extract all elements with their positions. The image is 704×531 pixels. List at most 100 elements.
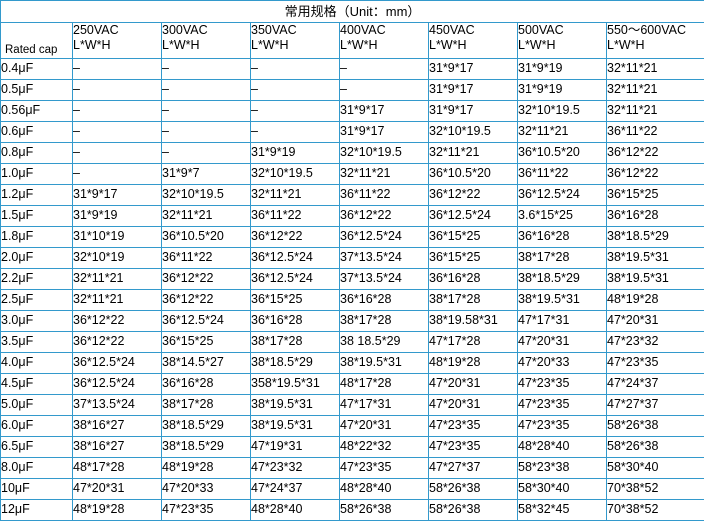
dimension-cell: 47*27*37 (428, 457, 518, 479)
capacitance-value: 1.2μF (0, 184, 73, 206)
capacitance-value: 3.0μF (0, 310, 73, 332)
capacitance-value: 6.5μF (0, 436, 73, 458)
dimension-cell: 36*12.5*24 (250, 268, 340, 290)
dimension-cell: 36*16*28 (605, 205, 704, 227)
dimension-cell: 32*11*21 (161, 205, 251, 227)
column-header-4: 450VAC L*W*H (428, 22, 518, 59)
capacitance-value: 2.2μF (0, 268, 73, 290)
dimension-cell: – (161, 79, 251, 101)
dimension-cell: 36*15*25 (605, 184, 704, 206)
dimension-cell: 36*12.5*24 (517, 184, 607, 206)
dimension-cell: 32*11*21 (605, 100, 704, 122)
dimension-cell: 38*18.5*29 (605, 226, 704, 248)
dimension-cell: 58*32*45 (517, 499, 607, 521)
column-voltage-5: 500VAC (518, 23, 564, 37)
dimension-cell: – (250, 100, 340, 122)
dimension-cell: 38*17*28 (250, 331, 340, 353)
dimension-cell: 37*13.5*24 (339, 268, 429, 290)
dimension-cell: 47*23*35 (428, 436, 518, 458)
dimension-cell: 36*12*22 (72, 310, 162, 332)
column-voltage-0: 250VAC (73, 23, 119, 37)
dimension-cell: 47*23*35 (517, 415, 607, 437)
dimension-cell: 38*17*28 (428, 289, 518, 311)
dimension-cell: 58*30*40 (605, 457, 704, 479)
dimension-cell: 47*20*31 (517, 331, 607, 353)
specification-table: 常用规格（Unit：mm） Rated cap 250VAC L*W*H 300… (0, 0, 704, 521)
dimension-cell: 36*15*25 (428, 247, 518, 269)
table-row: 2.2μF 32*11*21 36*12*22 36*12.5*24 37*13.5*2… (0, 268, 704, 290)
table-row: 8.0μF 48*17*28 48*19*28 47*23*32 47*23*35 47*… (0, 457, 704, 479)
dimension-cell: 37*13.5*24 (72, 394, 162, 416)
table-row: 0.56μF – – –31*9*17 31*9*17 32*10*19.5 32*11*2… (0, 100, 704, 122)
dimension-cell: 36*11*22 (161, 247, 251, 269)
dimension-cell: 32*10*19.5 (517, 100, 607, 122)
capacitance-value: 12μF (0, 499, 73, 521)
table-row: 6.0μF 38*16*27 38*18.5*29 38*19.5*31 47*20*3… (0, 415, 704, 437)
capacitance-value: 1.8μF (0, 226, 73, 248)
dimension-cell: 31*9*7 (161, 163, 251, 185)
rated-cap-header: Rated cap (0, 22, 73, 59)
dimension-cell: 36*11*22 (250, 205, 340, 227)
dimension-cell: 38*19.5*31 (250, 394, 340, 416)
dimension-cell: 36*11*22 (605, 121, 704, 143)
dimension-cell: 36*10.5*20 (428, 163, 518, 185)
dimension-cell: 38*18.5*29 (161, 415, 251, 437)
dimension-cell: 47*24*37 (605, 373, 704, 395)
dimension-cell: – (250, 58, 340, 80)
dimension-cell: 36*12*22 (428, 184, 518, 206)
dimension-cell: 36*16*28 (339, 289, 429, 311)
table-row: 4.0μF 36*12.5*24 38*14.5*27 38*18.5*29 38*19… (0, 352, 704, 374)
dimension-cell: 47*17*31 (339, 394, 429, 416)
dimension-cell: 47*20*33 (517, 352, 607, 374)
dimension-cell: 32*10*19.5 (339, 142, 429, 164)
dimension-cell: 47*17*28 (428, 331, 518, 353)
capacitance-value: 0.6μF (0, 121, 73, 143)
column-dims-1: L*W*H (162, 38, 200, 52)
dimension-cell: 38*17*28 (517, 247, 607, 269)
column-voltage-4: 450VAC (429, 23, 475, 37)
dimension-cell: 38*19.5*31 (339, 352, 429, 374)
dimension-cell: 36*12.5*24 (339, 226, 429, 248)
dimension-cell: 38 18.5*29 (339, 331, 429, 353)
dimension-cell: 38*19.5*31 (605, 268, 704, 290)
dimension-cell: 31*9*19 (517, 79, 607, 101)
dimension-cell: 47*23*32 (605, 331, 704, 353)
column-voltage-3: 400VAC (340, 23, 386, 37)
capacitance-value: 0.56μF (0, 100, 73, 122)
dimension-cell: 47*23*35 (517, 394, 607, 416)
dimension-cell: 32*10*19.5 (161, 184, 251, 206)
dimension-cell: 48*19*28 (428, 352, 518, 374)
dimension-cell: 58*26*38 (339, 499, 429, 521)
capacitance-value: 3.5μF (0, 331, 73, 353)
dimension-cell: 32*11*21 (605, 58, 704, 80)
dimension-cell: 58*26*38 (605, 415, 704, 437)
column-voltage-2: 350VAC (251, 23, 297, 37)
dimension-cell: 31*9*17 (339, 121, 429, 143)
dimension-cell: 38*19.5*31 (517, 289, 607, 311)
dimension-cell: 31*9*17 (428, 79, 518, 101)
dimension-cell: 36*16*28 (428, 268, 518, 290)
capacitance-value: 0.8μF (0, 142, 73, 164)
dimension-cell: 36*15*25 (250, 289, 340, 311)
rated-cap-label: Rated cap (5, 44, 58, 56)
dimension-cell: 36*11*22 (339, 184, 429, 206)
dimension-cell: 58*30*40 (517, 478, 607, 500)
dimension-cell: 36*12.5*24 (72, 352, 162, 374)
dimension-cell: – (72, 163, 162, 185)
dimension-cell: 47*24*37 (250, 478, 340, 500)
dimension-cell: 36*12.5*24 (72, 373, 162, 395)
dimension-cell: 38*18.5*29 (161, 436, 251, 458)
dimension-cell: 47*19*31 (250, 436, 340, 458)
dimension-cell: 38*19.58*31 (428, 310, 518, 332)
column-voltage-1: 300VAC (162, 23, 208, 37)
column-dims-5: L*W*H (518, 38, 556, 52)
dimension-cell: 38*18.5*29 (517, 268, 607, 290)
dimension-cell: 47*23*35 (605, 352, 704, 374)
dimension-cell: 36*12*22 (161, 289, 251, 311)
dimension-cell: 38*16*27 (72, 436, 162, 458)
table-row: 4.5μF 36*12.5*24 36*16*28 358*19.5*31 48*17*… (0, 373, 704, 395)
dimension-cell: 3.6*15*25 (517, 205, 607, 227)
column-dims-0: L*W*H (73, 38, 111, 52)
dimension-cell: 31*9*19 (72, 205, 162, 227)
dimension-cell: 38*17*28 (161, 394, 251, 416)
